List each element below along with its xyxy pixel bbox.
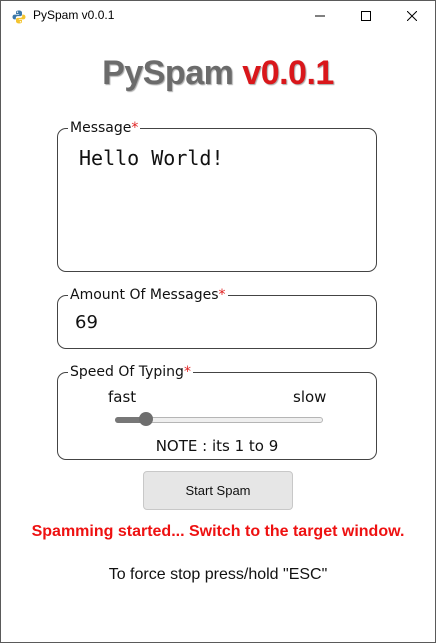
amount-label: Amount Of Messages bbox=[70, 287, 219, 303]
amount-input[interactable]: 69 bbox=[75, 312, 98, 333]
speed-slow-label: slow bbox=[293, 388, 327, 406]
app-name: PySpam bbox=[102, 54, 234, 92]
message-group[interactable]: Message* Hello World! bbox=[57, 119, 377, 272]
message-label-wrap: Message* bbox=[68, 119, 141, 137]
python-icon bbox=[12, 9, 26, 24]
close-icon bbox=[407, 11, 417, 21]
message-input[interactable]: Hello World! bbox=[79, 146, 224, 170]
speed-group: Speed Of Typing* fast slow NOTE : its 1 … bbox=[57, 363, 377, 460]
maximize-button[interactable] bbox=[343, 1, 389, 31]
required-mark: * bbox=[183, 364, 191, 380]
speed-label: Speed Of Typing bbox=[70, 364, 184, 380]
title-bar[interactable]: PySpam v0.0.1 bbox=[1, 1, 435, 31]
start-spam-button[interactable]: Start Spam bbox=[143, 471, 293, 510]
amount-label-wrap: Amount Of Messages* bbox=[68, 286, 228, 304]
stop-hint: To force stop press/hold "ESC" bbox=[108, 566, 328, 583]
speed-fast-label: fast bbox=[108, 388, 137, 406]
speed-slider-thumb[interactable] bbox=[139, 412, 154, 426]
maximize-icon bbox=[361, 11, 371, 21]
window-title: PySpam v0.0.1 bbox=[33, 8, 115, 22]
status-message: Spamming started... Switch to the target… bbox=[31, 523, 405, 540]
minimize-button[interactable] bbox=[297, 1, 343, 31]
required-mark: * bbox=[218, 287, 226, 303]
speed-note: NOTE : its 1 to 9 bbox=[155, 437, 279, 455]
message-label: Message bbox=[70, 120, 132, 136]
app-header: PySpam v0.0.1 bbox=[0, 54, 436, 93]
speed-label-wrap: Speed Of Typing* bbox=[68, 363, 193, 381]
required-mark: * bbox=[131, 120, 139, 136]
amount-group[interactable]: Amount Of Messages* 69 bbox=[57, 286, 377, 349]
app-version: v0.0.1 bbox=[242, 54, 334, 92]
close-button[interactable] bbox=[389, 1, 435, 31]
minimize-icon bbox=[315, 11, 325, 21]
